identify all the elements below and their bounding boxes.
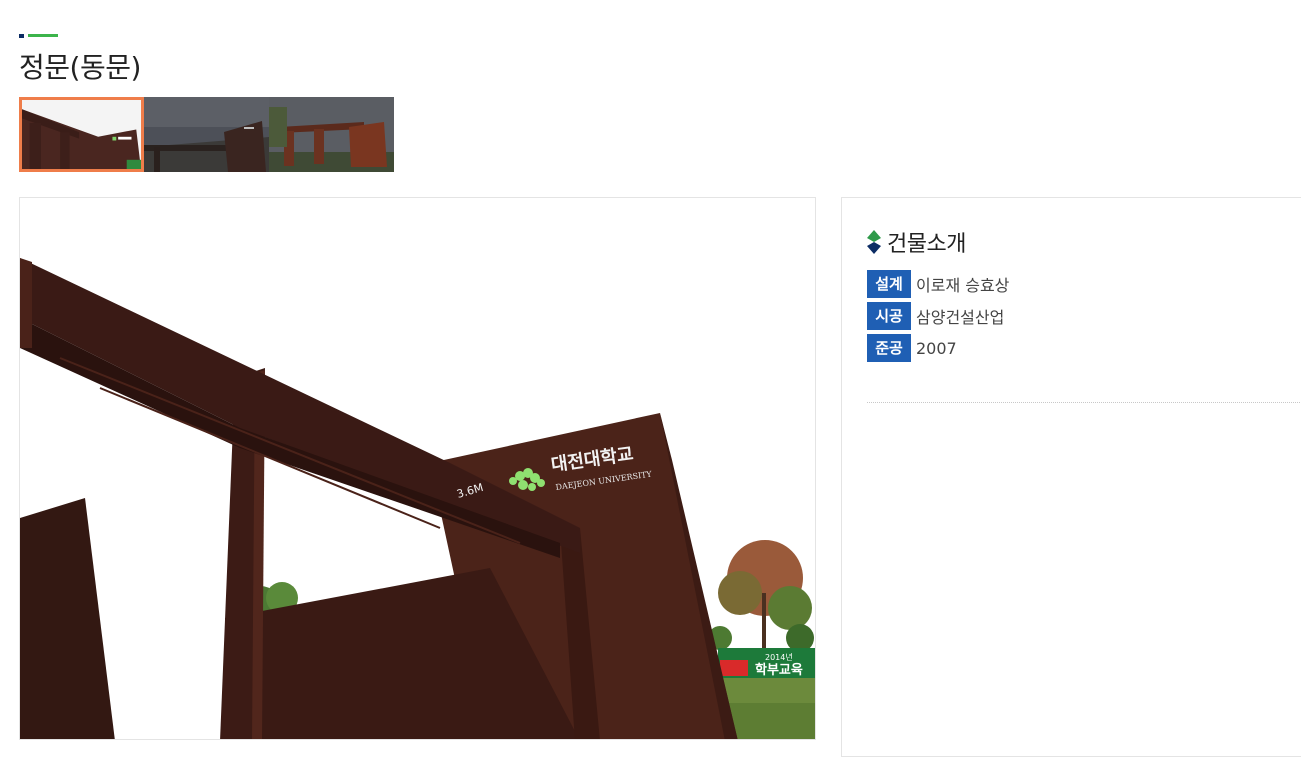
info-divider xyxy=(867,402,1301,403)
title-decoration xyxy=(19,34,59,38)
page-title: 정문(동문) xyxy=(19,51,141,84)
info-list: 설계 이로재 승효상 시공 삼양건설산업 준공 2007 xyxy=(867,270,1009,366)
info-key: 시공 xyxy=(867,302,911,330)
title-deco-line xyxy=(28,34,58,37)
thumbnail-2[interactable] xyxy=(144,97,269,172)
title-deco-square xyxy=(19,34,24,38)
banner-year-text: 2014년 xyxy=(765,652,793,662)
info-row-construction: 시공 삼양건설산업 xyxy=(867,302,1009,330)
info-row-completion: 준공 2007 xyxy=(867,334,1009,362)
info-heading: 건물소개 xyxy=(867,226,966,258)
gate-photo: 2014년 학부교육 대전대학교 DAEJEON UNIVERSITY 3.6M xyxy=(20,198,815,739)
info-heading-text: 건물소개 xyxy=(887,232,966,257)
thumbnail-3[interactable] xyxy=(269,97,394,172)
thumbnail-1-image xyxy=(22,100,141,169)
info-row-design: 설계 이로재 승효상 xyxy=(867,270,1009,298)
info-key: 설계 xyxy=(867,270,911,298)
diamond-icon xyxy=(867,230,881,254)
info-value: 삼양건설산업 xyxy=(916,308,1005,327)
info-value: 2007 xyxy=(916,338,957,358)
thumbnail-2-image xyxy=(144,97,269,172)
info-value: 이로재 승효상 xyxy=(916,276,1010,295)
thumbnail-1[interactable] xyxy=(19,97,144,172)
thumbnail-3-image xyxy=(269,97,394,172)
banner-main-text: 학부교육 xyxy=(755,662,803,678)
info-key: 준공 xyxy=(867,334,911,362)
building-info-panel: 건물소개 설계 이로재 승효상 시공 삼양건설산업 준공 2007 xyxy=(841,197,1301,757)
main-photo: 2014년 학부교육 대전대학교 DAEJEON UNIVERSITY 3.6M xyxy=(19,197,816,740)
thumbnail-strip xyxy=(19,97,395,172)
